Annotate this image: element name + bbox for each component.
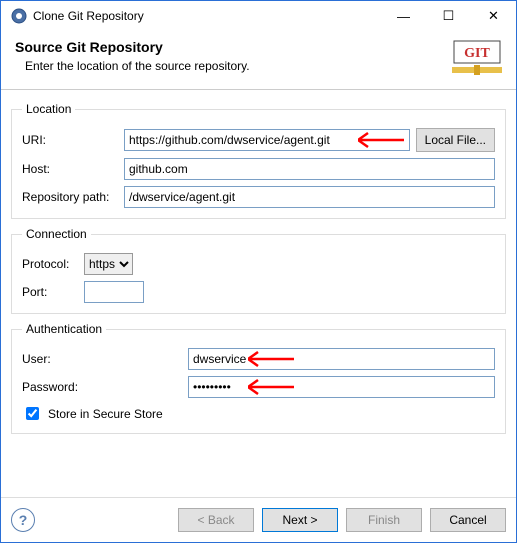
connection-group: Connection Protocol: https Port: <box>11 227 506 314</box>
host-input[interactable] <box>124 158 495 180</box>
local-file-button[interactable]: Local File... <box>416 128 495 152</box>
authentication-group: Authentication User: Password: <box>11 322 506 434</box>
button-bar: ? < Back Next > Finish Cancel <box>1 497 516 542</box>
repo-path-input[interactable] <box>124 186 495 208</box>
svg-text:GIT: GIT <box>464 46 490 61</box>
git-icon: GIT <box>452 39 502 79</box>
uri-input[interactable] <box>124 129 410 151</box>
back-button[interactable]: < Back <box>178 508 254 532</box>
protocol-label: Protocol: <box>22 257 78 271</box>
window-title: Clone Git Repository <box>33 9 144 23</box>
store-secure-label: Store in Secure Store <box>48 407 163 421</box>
user-label: User: <box>22 352 182 366</box>
app-icon <box>11 8 27 24</box>
page-subtitle: Enter the location of the source reposit… <box>15 59 442 73</box>
uri-label: URI: <box>22 133 118 147</box>
minimize-button[interactable]: — <box>381 1 426 31</box>
location-group: Location URI: Local File... Host: <box>11 102 506 219</box>
repo-path-label: Repository path: <box>22 190 118 204</box>
wizard-header: Source Git Repository Enter the location… <box>1 31 516 90</box>
protocol-select[interactable]: https <box>84 253 133 275</box>
maximize-button[interactable]: ☐ <box>426 1 471 31</box>
store-secure-checkbox[interactable] <box>26 407 39 420</box>
password-input[interactable] <box>188 376 495 398</box>
user-input[interactable] <box>188 348 495 370</box>
next-button[interactable]: Next > <box>262 508 338 532</box>
location-legend: Location <box>22 102 75 116</box>
cancel-button[interactable]: Cancel <box>430 508 506 532</box>
connection-legend: Connection <box>22 227 91 241</box>
authentication-legend: Authentication <box>22 322 106 336</box>
port-label: Port: <box>22 285 78 299</box>
password-label: Password: <box>22 380 182 394</box>
titlebar: Clone Git Repository — ☐ ✕ <box>1 1 516 31</box>
close-button[interactable]: ✕ <box>471 1 516 31</box>
content-area: Location URI: Local File... Host: <box>1 90 516 497</box>
dialog-window: Clone Git Repository — ☐ ✕ Source Git Re… <box>0 0 517 543</box>
port-input[interactable] <box>84 281 144 303</box>
host-label: Host: <box>22 162 118 176</box>
finish-button[interactable]: Finish <box>346 508 422 532</box>
help-button[interactable]: ? <box>11 508 35 532</box>
page-title: Source Git Repository <box>15 39 442 55</box>
